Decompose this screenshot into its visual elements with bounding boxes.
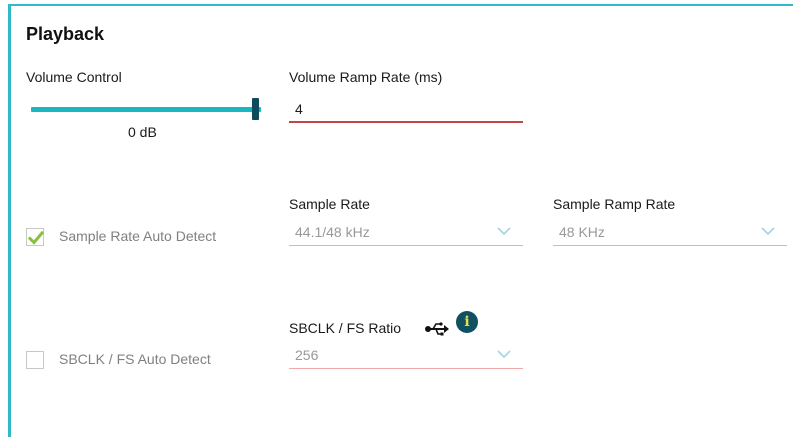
sample-ramp-rate-label: Sample Ramp Rate: [553, 196, 676, 212]
sample-rate-label: Sample Rate: [289, 196, 370, 212]
volume-control-label: Volume Control: [26, 69, 122, 85]
sbclk-auto-detect-label: SBCLK / FS Auto Detect: [59, 351, 211, 367]
volume-value: 0 dB: [128, 124, 157, 140]
sample-rate-auto-detect-label: Sample Rate Auto Detect: [59, 228, 217, 244]
sbclk-auto-detect-checkbox[interactable]: [26, 351, 44, 369]
sample-rate-select[interactable]: 44.1/48 kHz: [289, 220, 523, 246]
usb-icon: [425, 322, 449, 336]
volume-ramp-rate-input[interactable]: 4: [289, 97, 523, 123]
volume-ramp-rate-value: 4: [295, 101, 303, 117]
sbclk-fs-ratio-select[interactable]: 256: [289, 343, 523, 369]
volume-slider-thumb[interactable]: [252, 98, 259, 120]
info-icon[interactable]: i: [456, 311, 478, 333]
chevron-down-icon: [497, 350, 511, 359]
sample-rate-value: 44.1/48 kHz: [295, 224, 370, 240]
volume-ramp-rate-label: Volume Ramp Rate (ms): [289, 69, 443, 85]
sample-ramp-rate-value: 48 KHz: [559, 224, 605, 240]
sample-ramp-rate-select[interactable]: 48 KHz: [553, 220, 787, 246]
sample-rate-auto-detect-checkbox[interactable]: [26, 228, 45, 246]
checkmark-icon: [27, 230, 45, 245]
chevron-down-icon: [761, 227, 775, 236]
sbclk-fs-ratio-label: SBCLK / FS Ratio: [289, 320, 402, 336]
panel-title: Playback: [26, 24, 105, 44]
sbclk-fs-ratio-value: 256: [295, 347, 319, 363]
playback-panel: Playback Volume Control 0 dB Volume Ramp…: [8, 4, 793, 437]
chevron-down-icon: [497, 227, 511, 236]
volume-slider-track[interactable]: [31, 107, 261, 112]
